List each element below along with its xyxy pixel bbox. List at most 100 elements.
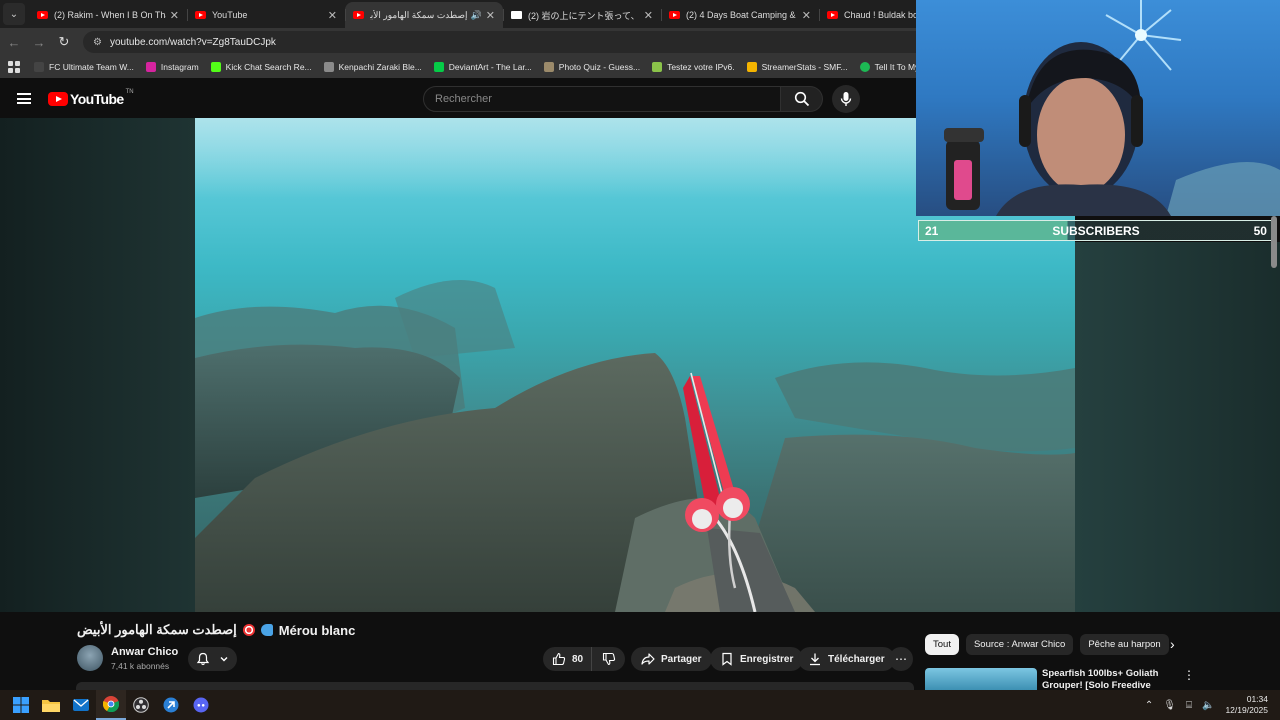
- youtube-icon: [195, 11, 206, 19]
- more-horizontal-icon: ⋯: [895, 652, 907, 666]
- page-scrollbar-thumb[interactable]: [1271, 216, 1277, 268]
- menu-icon[interactable]: [17, 93, 31, 104]
- close-icon[interactable]: ✕: [328, 9, 337, 22]
- download-button[interactable]: Télécharger: [798, 647, 895, 671]
- youtube-icon: [37, 11, 48, 19]
- clock[interactable]: 01:34 12/19/2025: [1225, 694, 1268, 716]
- bookmark-0[interactable]: FC Ultimate Team W...: [34, 62, 134, 72]
- forward-arrow-icon[interactable]: →: [28, 35, 50, 50]
- avatar[interactable]: [77, 645, 103, 671]
- site-info-icon[interactable]: ⚙: [93, 37, 102, 48]
- close-icon[interactable]: ✕: [170, 9, 179, 22]
- tab-2-active[interactable]: إصطدت سمكة الهامور الأبيض 🔊 ✕: [345, 2, 503, 28]
- tab-title: Chaud ! Buldak bouill: [844, 10, 921, 20]
- volume-icon[interactable]: 🔈: [1202, 700, 1214, 711]
- search-button[interactable]: [781, 86, 823, 112]
- search-box: [423, 86, 823, 112]
- recommendation-title[interactable]: Spearfish 100lbs+ Goliath Grouper! [Solo…: [1042, 668, 1167, 690]
- recommendation-thumbnail[interactable]: [925, 668, 1037, 690]
- like-button[interactable]: 80: [543, 647, 593, 671]
- mail-icon[interactable]: [66, 690, 96, 720]
- file-explorer-icon[interactable]: [36, 690, 66, 720]
- reload-icon[interactable]: ↻: [53, 34, 75, 50]
- bookmark-5[interactable]: Photo Quiz - Guess...: [543, 62, 640, 72]
- chip-all[interactable]: Tout: [925, 634, 959, 655]
- bell-icon: [197, 652, 210, 666]
- bookmark-7[interactable]: StreamerStats - SMF...: [746, 62, 848, 72]
- channel-subscribers: 7,41 k abonnés: [111, 660, 170, 671]
- discord-icon[interactable]: [186, 690, 216, 720]
- notification-bell-button[interactable]: [188, 647, 237, 671]
- tab-0[interactable]: (2) Rakim - When I B On Tha M ✕: [29, 2, 187, 28]
- tab-title: (2) 4 Days Boat Camping & Cat: [686, 10, 798, 20]
- youtube-icon: [827, 11, 838, 19]
- download-icon: [810, 653, 820, 666]
- description-box[interactable]: [76, 682, 914, 690]
- video-title: إصطدت سمكة الهامور الأبيض Mérou blanc: [77, 622, 355, 638]
- save-button[interactable]: Enregistrer: [710, 647, 804, 671]
- chip-channel-source[interactable]: Source : Anwar Chico: [965, 634, 1074, 655]
- close-icon[interactable]: ✕: [644, 9, 653, 22]
- obs-icon[interactable]: [126, 690, 156, 720]
- tab-title: (2) 岩の上にテント張って、一日釣: [528, 10, 640, 21]
- bookmark-favicon-icon: [34, 62, 44, 72]
- speaker-icon[interactable]: 🔊: [471, 10, 482, 21]
- more-actions-button[interactable]: ⋯: [889, 647, 913, 671]
- microphone-icon[interactable]: 🎙: [1163, 700, 1176, 711]
- ambient-backdrop-left: [0, 118, 195, 612]
- close-icon[interactable]: ✕: [802, 9, 811, 22]
- channel-info: Anwar Chico 7,41 k abonnés: [77, 645, 178, 671]
- share-button[interactable]: Partager: [631, 647, 712, 671]
- bookmark-label: Kenpachi Zaraki Ble...: [338, 62, 422, 72]
- checkmark-icon: [652, 62, 663, 72]
- like-count: 80: [572, 653, 584, 665]
- webcam-overlay: [916, 0, 1280, 216]
- country-code: TN: [125, 89, 134, 95]
- subscriber-goal: 50: [1253, 223, 1267, 238]
- ambient-backdrop-right: [1075, 242, 1280, 612]
- tab-title: (2) Rakim - When I B On Tha M: [54, 10, 166, 20]
- search-field[interactable]: [423, 86, 781, 112]
- bookmark-label: StreamerStats - SMF...: [761, 62, 848, 72]
- bookmark-3[interactable]: Kenpachi Zaraki Ble...: [323, 62, 422, 72]
- kick-icon: [210, 62, 221, 72]
- apps-grid-icon[interactable]: [8, 61, 20, 73]
- deviantart-icon: [433, 62, 444, 72]
- back-arrow-icon[interactable]: ←: [3, 35, 25, 50]
- video-title-french: Mérou blanc: [278, 622, 356, 638]
- tab-title: YouTube: [212, 10, 248, 20]
- chrome-icon[interactable]: [96, 690, 126, 720]
- network-icon[interactable]: ⌸: [1186, 700, 1192, 711]
- close-icon[interactable]: ✕: [486, 9, 495, 22]
- more-vertical-icon[interactable]: ⋮: [1183, 668, 1195, 682]
- chip-spearfishing[interactable]: Pêche au harpon: [1080, 634, 1169, 655]
- tab-5[interactable]: Chaud ! Buldak bouill: [819, 2, 929, 28]
- chevron-right-icon[interactable]: ›: [1170, 636, 1175, 652]
- like-dislike-group: 80: [543, 647, 625, 671]
- windows-start-icon[interactable]: [6, 690, 36, 720]
- bookmark-1[interactable]: Instagram: [145, 62, 199, 72]
- screen: ⌄ (2) Rakim - When I B On Tha M ✕ YouTub…: [0, 0, 1280, 720]
- app-icon[interactable]: [156, 690, 186, 720]
- bookmark-4[interactable]: DeviantArt - The Lar...: [433, 62, 532, 72]
- channel-name[interactable]: Anwar Chico: [111, 646, 178, 658]
- bookmark-2[interactable]: Kick Chat Search Re...: [210, 62, 312, 72]
- tab-3[interactable]: (2) 岩の上にテント張って、一日釣 ✕: [503, 2, 661, 28]
- streamer-webcam-image: [944, 0, 1280, 216]
- tab-1[interactable]: YouTube ✕: [187, 2, 345, 28]
- clock-date: 12/19/2025: [1225, 705, 1268, 715]
- tab-4[interactable]: (2) 4 Days Boat Camping & Cat ✕: [661, 2, 819, 28]
- bar-chart-icon: [746, 62, 757, 72]
- chevron-up-icon[interactable]: ⌃: [1145, 700, 1153, 711]
- voice-search-button[interactable]: [832, 85, 860, 113]
- instagram-icon: [145, 62, 156, 72]
- related-filter-chips: Tout Source : Anwar Chico Pêche au harpo…: [925, 634, 1169, 655]
- search-input[interactable]: [435, 93, 780, 105]
- youtube-logo[interactable]: YouTube TN: [48, 89, 134, 107]
- bookmark-6[interactable]: Testez votre IPv6.: [652, 62, 735, 72]
- tab-search-button[interactable]: ⌄: [3, 3, 25, 25]
- microphone-icon: [840, 92, 852, 106]
- thumbs-up-icon: [552, 652, 566, 666]
- bookmark-label: DeviantArt - The Lar...: [448, 62, 532, 72]
- dislike-button[interactable]: [592, 647, 625, 671]
